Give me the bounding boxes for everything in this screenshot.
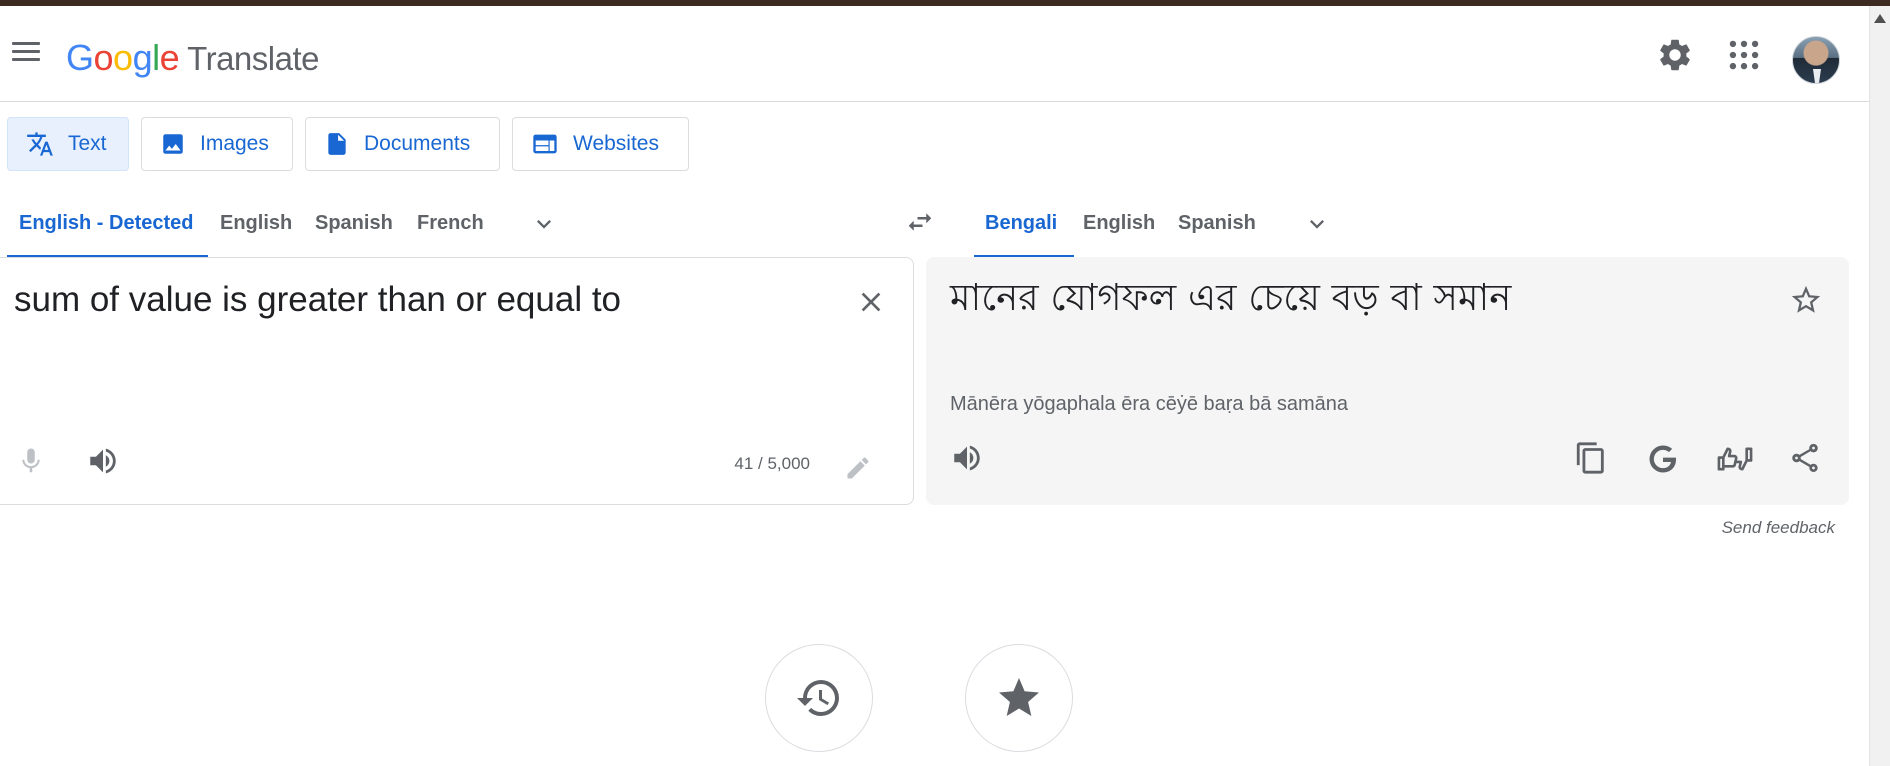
- source-lang-tab-detected[interactable]: English - Detected: [7, 196, 208, 258]
- close-icon[interactable]: [855, 286, 887, 318]
- mode-label: Images: [200, 132, 269, 155]
- scroll-up-arrow-icon[interactable]: [1874, 14, 1886, 23]
- source-text-input[interactable]: sum of value is greater than or equal to: [14, 278, 621, 322]
- speaker-icon[interactable]: [950, 441, 986, 477]
- images-mode-button[interactable]: Images: [141, 117, 293, 171]
- menu-icon[interactable]: [8, 35, 42, 69]
- documents-mode-button[interactable]: Documents: [305, 117, 500, 171]
- mode-label: Text: [68, 132, 107, 155]
- character-count: 41 / 5,000: [734, 454, 810, 473]
- text-mode-button[interactable]: Text: [7, 117, 129, 171]
- logo-letter: G: [66, 37, 94, 78]
- product-name: Translate: [187, 40, 319, 77]
- source-lang-tab-spanish[interactable]: Spanish: [315, 196, 393, 258]
- source-language-bar: English - Detected English Spanish Frenc…: [0, 196, 900, 258]
- pencil-icon[interactable]: [844, 454, 872, 482]
- transliteration: Mānēra yōgaphala ēra cēẏē baṛa bā samāna: [950, 393, 1349, 415]
- header: Google Translate: [0, 6, 1869, 102]
- target-lang-tab-english[interactable]: English: [1083, 196, 1155, 258]
- translation-panel: মানের যোগফল এর চেয়ে বড় বা সমান Mānēra …: [926, 257, 1849, 505]
- send-feedback-link[interactable]: Send feedback: [1700, 518, 1835, 538]
- logo-letter: o: [113, 37, 133, 78]
- image-icon: [163, 134, 183, 154]
- chevron-down-icon[interactable]: [1303, 210, 1331, 238]
- rate-translation-icon[interactable]: [1716, 441, 1753, 477]
- scrollbar[interactable]: [1869, 6, 1890, 766]
- logo-letter: l: [152, 37, 160, 78]
- target-lang-tab-spanish[interactable]: Spanish: [1178, 196, 1256, 258]
- chevron-down-icon[interactable]: [530, 210, 558, 238]
- translation-text: মানের যোগফল এর চেয়ে বড় বা সমান: [950, 276, 1512, 319]
- target-language-bar: Bengali English Spanish: [960, 196, 1860, 258]
- account-avatar[interactable]: [1792, 36, 1840, 84]
- logo-letter: g: [132, 37, 153, 78]
- source-lang-tab-french[interactable]: French: [417, 196, 484, 258]
- microphone-icon[interactable]: [16, 444, 46, 478]
- source-lang-tab-english[interactable]: English: [220, 196, 292, 258]
- websites-mode-button[interactable]: Websites: [512, 117, 689, 171]
- apps-grid-icon[interactable]: [1725, 36, 1763, 74]
- document-icon: [328, 133, 346, 155]
- translate-icon: [27, 132, 53, 156]
- history-icon: [797, 680, 839, 716]
- share-icon[interactable]: [1788, 441, 1824, 477]
- mode-label: Documents: [364, 132, 471, 155]
- target-lang-tab-bengali[interactable]: Bengali: [974, 196, 1074, 258]
- logo-letter: e: [159, 37, 180, 78]
- star-icon: [999, 678, 1039, 716]
- website-icon: [533, 134, 557, 154]
- google-g-icon[interactable]: [1645, 441, 1681, 477]
- saved-button[interactable]: [965, 644, 1073, 752]
- star-outline-icon[interactable]: [1789, 283, 1823, 317]
- history-button[interactable]: [765, 644, 873, 752]
- copy-icon[interactable]: [1574, 441, 1610, 477]
- settings-icon[interactable]: [1656, 36, 1694, 74]
- speaker-icon[interactable]: [86, 444, 120, 478]
- swap-languages-icon[interactable]: [903, 207, 937, 237]
- source-text-panel: sum of value is greater than or equal to…: [0, 257, 914, 505]
- logo-letter: o: [93, 37, 114, 78]
- google-translate-logo[interactable]: Google Translate: [66, 36, 319, 81]
- mode-label: Websites: [573, 132, 659, 155]
